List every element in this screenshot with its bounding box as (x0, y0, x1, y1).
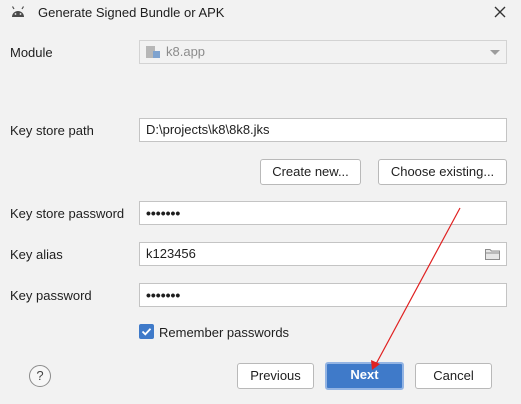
module-dropdown[interactable]: k8.app (139, 40, 507, 64)
folder-icon[interactable] (485, 248, 500, 260)
android-icon (11, 6, 25, 17)
chevron-down-icon (490, 50, 500, 55)
choose-existing-button[interactable]: Choose existing... (378, 159, 507, 185)
help-button[interactable]: ? (29, 365, 51, 387)
key-store-path-input[interactable]: D:\projects\k8\8k8.jks (139, 118, 507, 142)
remember-passwords-label: Remember passwords (159, 325, 290, 340)
key-password-label: Key password (10, 288, 92, 303)
key-store-password-label: Key store password (10, 206, 125, 221)
key-alias-input[interactable]: k123456 (139, 242, 507, 266)
next-button[interactable]: Next (325, 362, 404, 390)
module-folder-icon (146, 46, 160, 58)
key-store-path-label: Key store path (10, 123, 94, 138)
key-alias-value: k123456 (146, 246, 196, 261)
previous-button[interactable]: Previous (237, 363, 314, 389)
cancel-button[interactable]: Cancel (415, 363, 492, 389)
check-icon (141, 328, 152, 336)
module-value: k8.app (166, 44, 206, 59)
window-title: Generate Signed Bundle or APK (38, 5, 225, 20)
key-store-password-field[interactable]: ••••••• (139, 201, 507, 225)
key-alias-label: Key alias (10, 247, 63, 262)
remember-passwords-checkbox[interactable] (139, 324, 154, 339)
close-icon[interactable] (491, 3, 509, 21)
key-password-field[interactable]: ••••••• (139, 283, 507, 307)
title-bar: Generate Signed Bundle or APK (0, 0, 521, 26)
module-label: Module (10, 45, 53, 60)
create-new-button[interactable]: Create new... (260, 159, 361, 185)
